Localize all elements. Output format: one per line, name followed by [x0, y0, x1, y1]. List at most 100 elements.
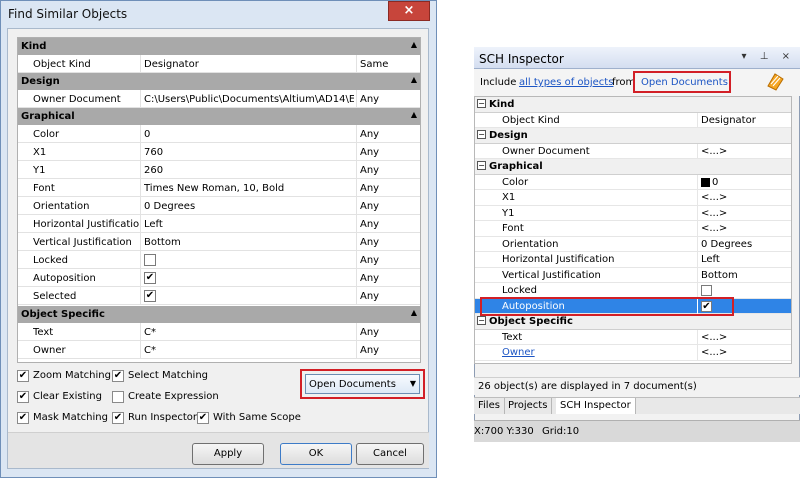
row-value[interactable]: Bottom	[701, 270, 789, 281]
row-value[interactable]: C*	[144, 345, 354, 356]
row-value[interactable]: 0 Degrees	[144, 201, 354, 212]
ok-button[interactable]: OK	[280, 443, 352, 465]
grid-row-vertical-justification[interactable]: Vertical Justification Bottom Any	[18, 233, 420, 251]
run-inspector-checkbox[interactable]: ✔	[112, 412, 124, 424]
grid-row-owner[interactable]: Owner C* Any	[18, 341, 420, 359]
inspector-row-x1[interactable]: X1 <...>	[475, 190, 791, 206]
row-value[interactable]: 0 Degrees	[701, 239, 789, 250]
tab-sch-inspector[interactable]: SCH Inspector	[556, 398, 636, 414]
paintbrush-icon[interactable]	[765, 71, 786, 91]
row-value[interactable]: <...>	[701, 192, 789, 203]
close-button[interactable]: ×	[388, 1, 430, 21]
with-same-scope-checkbox[interactable]: ✔	[197, 412, 209, 424]
collapse-chevron-icon[interactable]: ▲	[411, 110, 417, 119]
collapse-chevron-icon[interactable]: ▲	[411, 40, 417, 49]
grid-row-object-kind[interactable]: Object Kind Designator Same	[18, 55, 420, 73]
inspector-row-orientation[interactable]: Orientation 0 Degrees	[475, 236, 791, 252]
row-match[interactable]: Same	[360, 59, 418, 70]
category-design[interactable]: Design ▲	[18, 73, 420, 90]
apply-button[interactable]: Apply	[192, 443, 264, 465]
row-value[interactable]: <...>	[701, 146, 789, 157]
inspector-category-object-specific[interactable]: − Object Specific	[475, 314, 791, 330]
collapse-icon[interactable]: −	[477, 99, 486, 108]
row-value[interactable]: 760	[144, 147, 354, 158]
row-match[interactable]: Any	[360, 255, 418, 266]
collapse-icon[interactable]: −	[477, 161, 486, 170]
row-value[interactable]: 0	[144, 129, 354, 140]
collapse-chevron-icon[interactable]: ▲	[411, 75, 417, 84]
row-value[interactable]: C*	[144, 327, 354, 338]
grid-row-selected[interactable]: Selected ✔ Any	[18, 287, 420, 305]
row-value[interactable]: Times New Roman, 10, Bold	[144, 183, 354, 194]
inspector-category-graphical[interactable]: − Graphical	[475, 159, 791, 175]
inspector-row-owner-document[interactable]: Owner Document <...>	[475, 143, 791, 159]
row-value[interactable]: Bottom	[144, 237, 354, 248]
grid-row-orientation[interactable]: Orientation 0 Degrees Any	[18, 197, 420, 215]
panel-controls-icon[interactable]: ▾ ⊥ ×	[742, 51, 795, 62]
inspector-row-font[interactable]: Font <...>	[475, 221, 791, 237]
row-match[interactable]: Any	[360, 273, 418, 284]
object-types-link[interactable]: all types of objects	[519, 77, 613, 88]
row-match[interactable]: Any	[360, 129, 418, 140]
grid-row-owner-document[interactable]: Owner Document C:\Users\Public\Documents…	[18, 90, 420, 108]
row-value[interactable]: Left	[144, 219, 354, 230]
category-object-specific[interactable]: Object Specific ▲	[18, 306, 420, 323]
tab-projects[interactable]: Projects	[504, 398, 553, 414]
inspector-row-owner[interactable]: Owner <...>	[475, 345, 791, 361]
row-match[interactable]: Any	[360, 291, 418, 302]
grid-row-autoposition[interactable]: Autoposition ✔ Any	[18, 269, 420, 287]
row-match[interactable]: Any	[360, 237, 418, 248]
autoposition-checkbox[interactable]: ✔	[144, 272, 156, 284]
grid-row-y1[interactable]: Y1 260 Any	[18, 161, 420, 179]
inspector-category-kind[interactable]: − Kind	[475, 97, 791, 113]
tab-files[interactable]: Files	[474, 398, 505, 414]
inspector-row-vertical-justification[interactable]: Vertical Justification Bottom	[475, 267, 791, 283]
inspector-row-color[interactable]: Color 0	[475, 174, 791, 190]
grid-row-x1[interactable]: X1 760 Any	[18, 143, 420, 161]
row-match[interactable]: Any	[360, 165, 418, 176]
row-value[interactable]: <...>	[701, 223, 789, 234]
grid-row-locked[interactable]: Locked Any	[18, 251, 420, 269]
owner-link[interactable]: Owner	[502, 347, 692, 358]
inspector-row-text[interactable]: Text <...>	[475, 329, 791, 345]
locked-checkbox[interactable]	[144, 254, 156, 266]
select-matching-checkbox[interactable]: ✔	[112, 370, 124, 382]
category-kind[interactable]: Kind ▲	[18, 38, 420, 55]
row-match[interactable]: Any	[360, 327, 418, 338]
row-value[interactable]: Designator	[701, 115, 789, 126]
category-graphical[interactable]: Graphical ▲	[18, 108, 420, 125]
row-match[interactable]: Any	[360, 345, 418, 356]
create-expression-checkbox[interactable]	[112, 391, 124, 403]
inspector-category-design[interactable]: − Design	[475, 128, 791, 144]
collapse-chevron-icon[interactable]: ▲	[411, 308, 417, 317]
chevron-down-icon[interactable]: ▼	[410, 379, 416, 388]
collapse-icon[interactable]: −	[477, 316, 486, 325]
grid-row-font[interactable]: Font Times New Roman, 10, Bold Any	[18, 179, 420, 197]
row-match[interactable]: Any	[360, 183, 418, 194]
row-value[interactable]: <...>	[701, 347, 789, 358]
inspector-row-object-kind[interactable]: Object Kind Designator	[475, 112, 791, 128]
collapse-icon[interactable]: −	[477, 130, 486, 139]
row-value[interactable]: 0	[712, 177, 800, 188]
grid-row-color[interactable]: Color 0 Any	[18, 125, 420, 143]
row-match[interactable]: Any	[360, 94, 418, 105]
scope-dropdown[interactable]: Open Documents ▼	[305, 374, 420, 394]
row-value[interactable]: Left	[701, 254, 789, 265]
cancel-button[interactable]: Cancel	[356, 443, 424, 465]
mask-matching-checkbox[interactable]: ✔	[17, 412, 29, 424]
color-swatch[interactable]	[701, 177, 710, 187]
inspector-row-horizontal-justification[interactable]: Horizontal Justification Left	[475, 252, 791, 268]
grid-row-text[interactable]: Text C* Any	[18, 323, 420, 341]
row-match[interactable]: Any	[360, 219, 418, 230]
clear-existing-checkbox[interactable]: ✔	[17, 391, 29, 403]
row-value[interactable]: C:\Users\Public\Documents\Altium\AD14\Ex…	[144, 94, 354, 105]
row-value[interactable]: <...>	[701, 208, 789, 219]
row-value[interactable]: <...>	[701, 332, 789, 343]
zoom-matching-checkbox[interactable]: ✔	[17, 370, 29, 382]
row-match[interactable]: Any	[360, 201, 418, 212]
row-value[interactable]: Designator	[144, 59, 354, 70]
grid-row-horizontal-justification[interactable]: Horizontal Justification Left Any	[18, 215, 420, 233]
locked-checkbox[interactable]	[701, 285, 712, 296]
inspector-row-y1[interactable]: Y1 <...>	[475, 205, 791, 221]
selected-checkbox[interactable]: ✔	[144, 290, 156, 302]
